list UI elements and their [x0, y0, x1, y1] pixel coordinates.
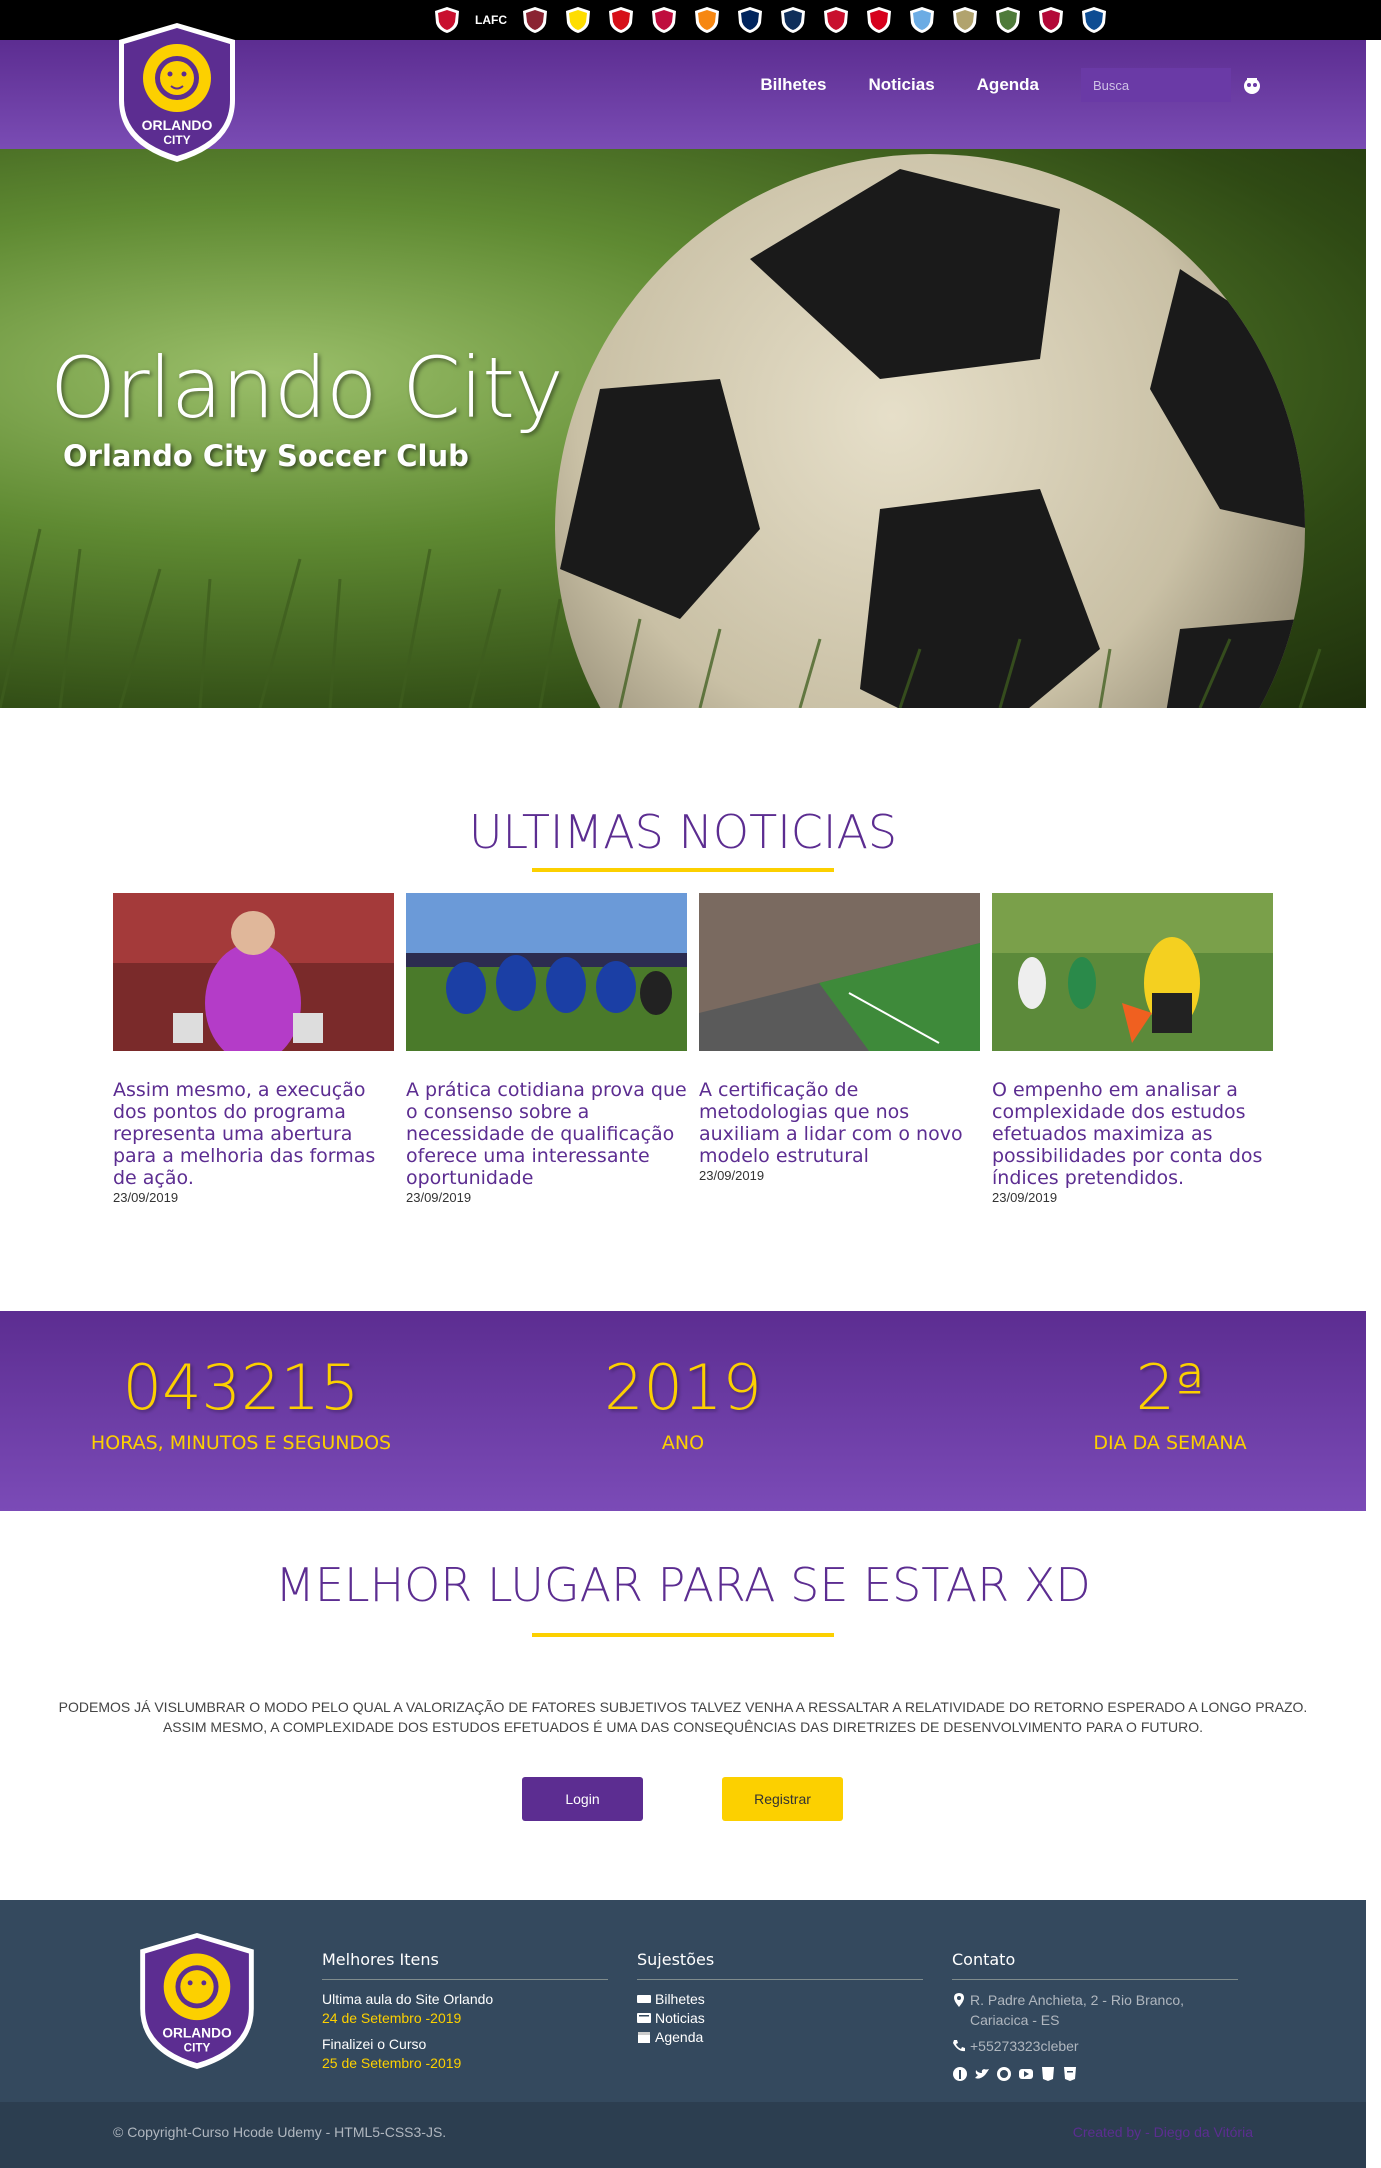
youtube-icon[interactable] — [1018, 2066, 1034, 2082]
footer-col-title: Contato — [952, 1950, 1238, 1980]
footer-link-agenda[interactable]: Agenda — [637, 2028, 923, 2047]
news-image-goalkeeper[interactable] — [113, 893, 394, 1063]
club-logos: LAFC — [430, 3, 1111, 37]
footer-bottom-bar: © Copyright-Curso Hcode Udemy - HTML5-CS… — [0, 2102, 1366, 2168]
twitter-icon[interactable] — [974, 2066, 990, 2082]
login-button[interactable]: Login — [522, 1777, 643, 1821]
calendar-icon — [638, 2032, 650, 2043]
footer-logo[interactable]: ORLANDO CITY — [133, 1930, 261, 2072]
colorado-rapids-logo-icon[interactable] — [518, 3, 552, 37]
svg-text:ORLANDO: ORLANDO — [142, 117, 213, 133]
copyright-text: © Copyright-Curso Hcode Udemy - HTML5-CS… — [113, 2124, 447, 2140]
footer-suggestions: Sujestões Bilhetes Noticias Agenda — [637, 1950, 923, 2047]
columbus-crew-logo-icon[interactable] — [561, 3, 595, 37]
ticket-icon — [637, 1995, 651, 2003]
svg-text:ORLANDO: ORLANDO — [162, 2026, 232, 2041]
news-item[interactable]: A prática cotidiana prova que o consenso… — [406, 893, 687, 1205]
nycfc-logo-icon[interactable] — [905, 3, 939, 37]
real-salt-lake-logo-icon[interactable] — [1034, 3, 1068, 37]
philadelphia-union-logo-icon[interactable] — [948, 3, 982, 37]
title-underline — [532, 1633, 834, 1637]
stat-value: 2ª — [1135, 1351, 1205, 1424]
news-headline[interactable]: O empenho em analisar a complexidade dos… — [992, 1079, 1273, 1189]
footer-link-noticias[interactable]: Noticias — [637, 2009, 923, 2028]
social-links — [952, 2066, 1238, 2082]
about-section-title: MELHOR LUGAR PARA SE ESTAR XD — [275, 1558, 1091, 1612]
contact-address: R. Padre Anchieta, 2 - Rio Branco, — [952, 1990, 1238, 2010]
hero-subtitle: Orlando City Soccer Club — [63, 439, 469, 473]
news-section-title: ULTIMAS NOTICIAS — [468, 805, 898, 859]
contact-phone: +55273323cleber — [952, 2036, 1238, 2056]
news-image-referee[interactable] — [992, 893, 1273, 1051]
footer-item-date: 25 de Setembro -2019 — [322, 2055, 462, 2071]
chicago-fire-logo-icon[interactable] — [430, 3, 464, 37]
news-headline[interactable]: A certificação de metodologias que nos a… — [699, 1079, 980, 1167]
stats-banner: 043215 HORAS, MINUTOS E SEGUNDOS 2019 AN… — [0, 1311, 1366, 1511]
css3-icon[interactable] — [1062, 2066, 1078, 2082]
nav-agenda[interactable]: Agenda — [977, 75, 1039, 95]
portland-timbers-logo-icon[interactable] — [991, 3, 1025, 37]
news-item[interactable]: A certificação de metodologias que nos a… — [699, 893, 980, 1205]
footer-link-bilhetes[interactable]: Bilhetes — [637, 1990, 923, 2009]
new-england-logo-icon[interactable] — [819, 3, 853, 37]
houston-dynamo-logo-icon[interactable] — [690, 3, 724, 37]
created-by-link[interactable]: Created by - Diego da Vitória — [1073, 2124, 1253, 2140]
hero-title: Orlando City — [50, 339, 564, 437]
stat-label: ANO — [661, 1432, 705, 1454]
register-button[interactable]: Registrar — [722, 1777, 843, 1821]
la-galaxy-logo-icon[interactable] — [733, 3, 767, 37]
news-date: 23/09/2019 — [699, 1168, 765, 1183]
search-input[interactable]: Busca — [1081, 68, 1231, 102]
news-image-team[interactable] — [406, 893, 687, 1051]
newspaper-icon — [637, 2013, 651, 2023]
stat-label: HORAS, MINUTOS E SEGUNDOS — [90, 1432, 392, 1454]
fc-dallas-logo-icon[interactable] — [647, 3, 681, 37]
contact-address-city: Cariacica - ES — [970, 2012, 1060, 2028]
ny-red-bulls-logo-icon[interactable] — [862, 3, 896, 37]
stat-label: DIA DA SEMANA — [1093, 1432, 1247, 1454]
news-headline[interactable]: Assim mesmo, a execução dos pontos do pr… — [113, 1079, 394, 1189]
news-item[interactable]: O empenho em analisar a complexidade dos… — [992, 893, 1273, 1205]
stat-weekday: 2ª DIA DA SEMANA — [1020, 1351, 1320, 1454]
news-list: Assim mesmo, a execução dos pontos do pr… — [113, 893, 1273, 1205]
site-footer: ORLANDO CITY Melhores Itens Ultima aula … — [0, 1900, 1366, 2102]
footer-item-text[interactable]: Ultima aula do Site Orlando — [322, 1990, 608, 2009]
phone-icon — [953, 2040, 965, 2052]
hero-banner: Orlando City Orlando City Soccer Club — [0, 149, 1366, 708]
stat-value: 2019 — [604, 1351, 762, 1424]
whatsapp-icon[interactable] — [996, 2066, 1012, 2082]
nav-bilhetes[interactable]: Bilhetes — [760, 75, 826, 95]
orlando-city-logo[interactable]: ORLANDO CITY — [113, 20, 241, 165]
main-nav: Bilhetes Noticias Agenda Busca — [760, 68, 1263, 102]
footer-contact: Contato R. Padre Anchieta, 2 - Rio Branc… — [952, 1950, 1238, 2082]
about-text: Podemos já vislumbrar o modo pelo qual a… — [58, 1699, 1308, 1735]
news-date: 23/09/2019 — [406, 1190, 472, 1205]
news-date: 23/09/2019 — [992, 1190, 1058, 1205]
footer-item-text[interactable]: Finalizei o Curso — [322, 2035, 608, 2054]
svg-text:CITY: CITY — [163, 133, 190, 147]
user-icon[interactable] — [1241, 74, 1263, 96]
stat-year: 2019 ANO — [483, 1351, 883, 1454]
html5-icon[interactable] — [1040, 2066, 1056, 2082]
lafc-logo-icon[interactable]: LAFC — [473, 3, 509, 37]
stat-time: 043215 HORAS, MINUTOS E SEGUNDOS — [0, 1351, 482, 1454]
news-date: 23/09/2019 — [113, 1190, 179, 1205]
news-item[interactable]: Assim mesmo, a execução dos pontos do pr… — [113, 893, 394, 1205]
news-headline[interactable]: A prática cotidiana prova que o consenso… — [406, 1079, 687, 1189]
title-underline — [532, 868, 834, 872]
news-image-stadium[interactable] — [699, 893, 980, 1051]
footer-col-title: Sujestões — [637, 1950, 923, 1980]
stat-value: 043215 — [122, 1351, 360, 1424]
nav-noticias[interactable]: Noticias — [869, 75, 935, 95]
dc-united-logo-icon[interactable] — [604, 3, 638, 37]
san-jose-logo-icon[interactable] — [1077, 3, 1111, 37]
footer-col-title: Melhores Itens — [322, 1950, 608, 1980]
montreal-impact-logo-icon[interactable] — [776, 3, 810, 37]
map-marker-icon — [954, 1993, 964, 2007]
footer-best-items: Melhores Itens Ultima aula do Site Orlan… — [322, 1950, 608, 2080]
facebook-icon[interactable] — [952, 2066, 968, 2082]
footer-item-date: 24 de Setembro -2019 — [322, 2010, 462, 2026]
svg-text:CITY: CITY — [184, 2041, 211, 2054]
